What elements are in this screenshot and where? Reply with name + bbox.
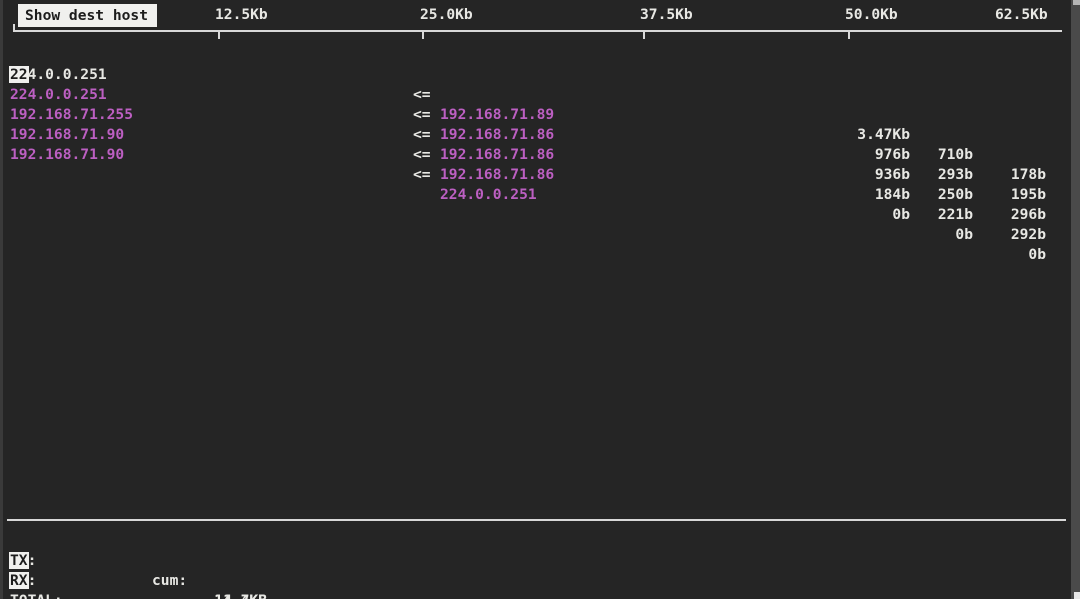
rx-cum: 11.7KB [214, 591, 267, 599]
rate-2s: 936b [874, 166, 910, 183]
rate-10s: 250b [937, 186, 973, 203]
bandwidth-scale-line [13, 30, 1062, 32]
terminal-screen[interactable]: Show dest host 12.5Kb 25.0Kb 37.5Kb 50.0… [0, 0, 1080, 599]
rate-40s: 296b [1010, 206, 1046, 223]
scale-tick [643, 32, 645, 39]
rate-40s: 0b [1028, 246, 1046, 263]
tx-summary-row: TX: cum: 14.4KB peak: 1.19Kb rates: 736b… [0, 531, 1080, 599]
rate-40s: 178b [1010, 166, 1046, 183]
dest-host: 224.0.0.251 [440, 186, 537, 203]
rate-10s: 0b [955, 226, 973, 243]
rate-2s: 976b [874, 146, 910, 163]
rate-2s: 184b [874, 186, 910, 203]
scale-tick [848, 32, 850, 39]
source-host: 192.168.71.90 [10, 146, 125, 163]
rx-summary-row: RX: 11.7KB 6.50Kb 5.52Kb 1.44Kb 961b [0, 551, 1080, 599]
connection-row: 192.168.71.255 <= 192.168.71.86 936b 250… [0, 85, 1080, 223]
scrollbar-top-cap[interactable] [1073, 0, 1080, 5]
scale-tick-label: 50.0Kb [845, 6, 898, 23]
show-dest-host-indicator: Show dest host [18, 4, 157, 27]
rate-10s: 221b [937, 206, 973, 223]
connection-row: 192.168.71.90 <= 192.168.71.86 184b 221b… [0, 105, 1080, 243]
dest-host: 192.168.71.86 [440, 166, 555, 183]
direction-arrow-icon: <= [413, 146, 431, 163]
scale-tick-label: 37.5Kb [640, 6, 693, 23]
footer-divider [7, 519, 1066, 521]
scale-tick-label: 62.5Kb [995, 6, 1048, 23]
rate-2s: 0b [892, 206, 910, 223]
direction-arrow-icon: <= [413, 166, 431, 183]
connection-row: 224.0.0.251 <= 192.168.71.89 3.47Kb 710b… [0, 45, 1080, 183]
scrollbar-bottom-cap[interactable] [1074, 592, 1080, 599]
connection-row: 224.0.0.251 <= 192.168.71.86 976b 293b 1… [0, 65, 1080, 203]
scale-tick-label: 12.5Kb [215, 6, 268, 23]
scale-tick-label: 25.0Kb [420, 6, 473, 23]
rate-10s: 293b [937, 166, 973, 183]
rate-10s: 710b [937, 146, 973, 163]
total-summary-row: TOTAL: 26.1KB 7.69Kb 6.23Kb 2.15Kb 1.65K… [0, 571, 1080, 599]
dest-host: 192.168.71.86 [440, 146, 555, 163]
scale-tick [422, 32, 424, 39]
scale-tick [218, 32, 220, 39]
total-label: TOTAL: [10, 591, 63, 599]
scale-tick [13, 24, 15, 30]
connection-row: 192.168.71.90 <= 224.0.0.251 0b 0b 0b [0, 125, 1080, 263]
rate-40s: 292b [1010, 226, 1046, 243]
rate-40s: 195b [1010, 186, 1046, 203]
